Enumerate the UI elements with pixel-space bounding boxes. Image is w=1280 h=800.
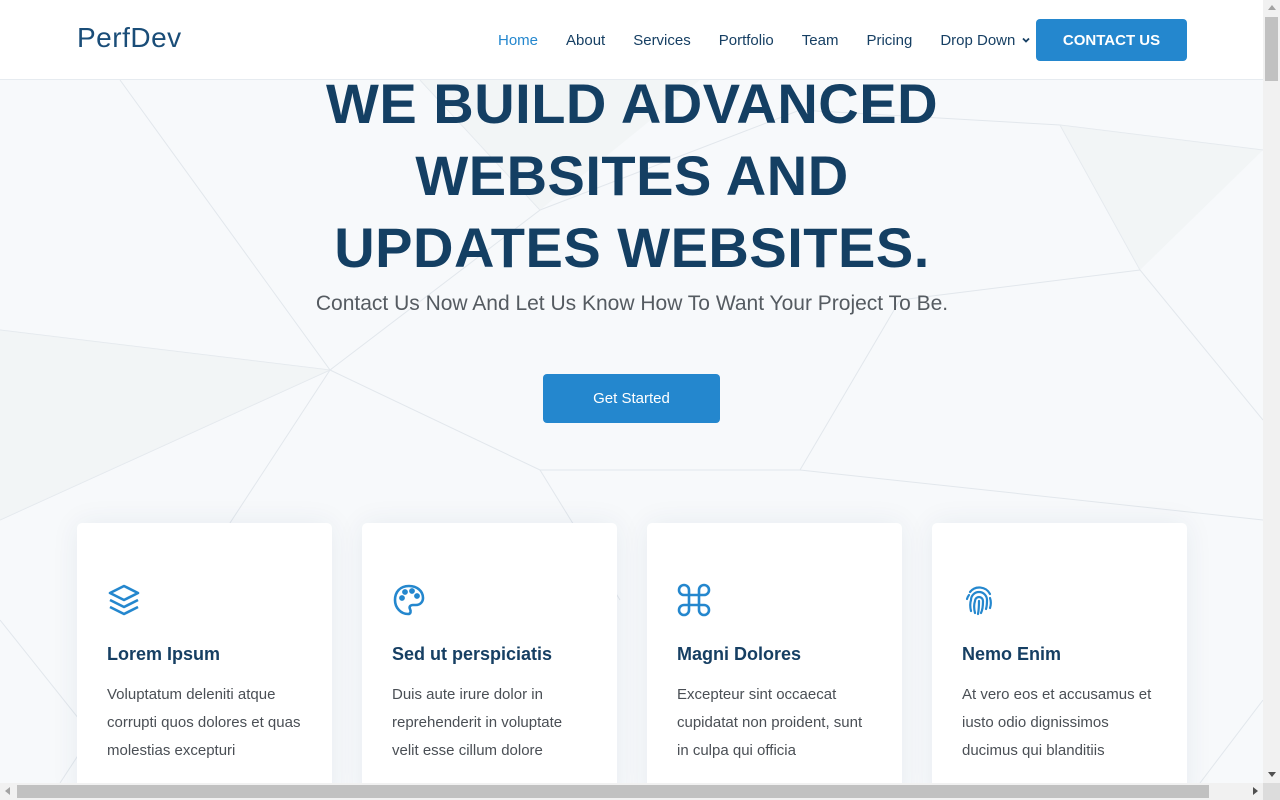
nav-item-pricing[interactable]: Pricing (866, 32, 912, 49)
nav-item-home[interactable]: Home (498, 32, 538, 49)
contact-us-button[interactable]: CONTACT US (1036, 19, 1187, 61)
feature-card: Magni Dolores Excepteur sint occaecat cu… (647, 523, 902, 783)
hero-title: WE BUILD ADVANCED WEBSITES AND UPDATES W… (282, 68, 982, 284)
nav-item-portfolio[interactable]: Portfolio (719, 32, 774, 49)
command-icon (677, 583, 711, 617)
nav-item-services[interactable]: Services (633, 32, 691, 49)
get-started-button[interactable]: Get Started (543, 374, 720, 423)
horizontal-scrollbar[interactable] (0, 783, 1263, 800)
layers-icon (108, 584, 140, 616)
fingerprint-icon (965, 586, 992, 616)
nav-item-team[interactable]: Team (802, 32, 839, 49)
card-title: Lorem Ipsum (107, 644, 221, 664)
scroll-right-icon[interactable] (1253, 787, 1258, 795)
page-viewport: WE BUILD ADVANCED WEBSITES AND UPDATES W… (0, 0, 1263, 783)
feature-card: Lorem Ipsum Voluptatum deleniti atque co… (77, 523, 332, 783)
scroll-down-icon[interactable] (1268, 772, 1276, 777)
nav-item-about[interactable]: About (566, 32, 605, 49)
chevron-down-icon (1022, 37, 1030, 43)
feature-card: Sed ut perspiciatis Duis aute irure dolo… (362, 523, 617, 783)
scroll-up-icon[interactable] (1268, 5, 1276, 10)
logo[interactable]: PerfDev (77, 22, 182, 54)
hero-title-line-2: WEBSITES AND (415, 144, 849, 207)
vertical-scrollbar[interactable] (1263, 0, 1280, 783)
site-header: PerfDev Home About Services Portfolio Te… (0, 0, 1263, 80)
scrollbar-corner (1263, 783, 1280, 800)
nav-item-label: Drop Down (940, 31, 1016, 49)
scroll-left-icon[interactable] (5, 787, 10, 795)
feature-card: Nemo Enim At vero eos et accusamus et iu… (932, 523, 1187, 783)
hero-title-line-3: UPDATES WEBSITES. (334, 216, 930, 279)
card-text: Excepteur sint occaecat cupidatat non pr… (677, 686, 863, 759)
palette-icon (393, 584, 425, 616)
hero-subtitle: Contact Us Now And Let Us Know How To Wa… (315, 292, 949, 315)
vertical-scroll-thumb[interactable] (1265, 17, 1278, 81)
card-title: Magni Dolores (677, 644, 802, 664)
card-title: Sed ut perspiciatis (392, 644, 553, 664)
card-text: Voluptatum deleniti atque corrupti quos … (107, 686, 301, 759)
horizontal-scroll-thumb[interactable] (17, 785, 1209, 798)
card-title: Nemo Enim (962, 644, 1062, 664)
main-nav: Home About Services Portfolio Team Prici… (498, 29, 1059, 51)
nav-item-drop-down[interactable]: Drop Down (940, 32, 1031, 49)
card-text: Duis aute irure dolor in reprehenderit i… (392, 686, 563, 759)
card-text: At vero eos et accusamus et iusto odio d… (962, 686, 1152, 759)
